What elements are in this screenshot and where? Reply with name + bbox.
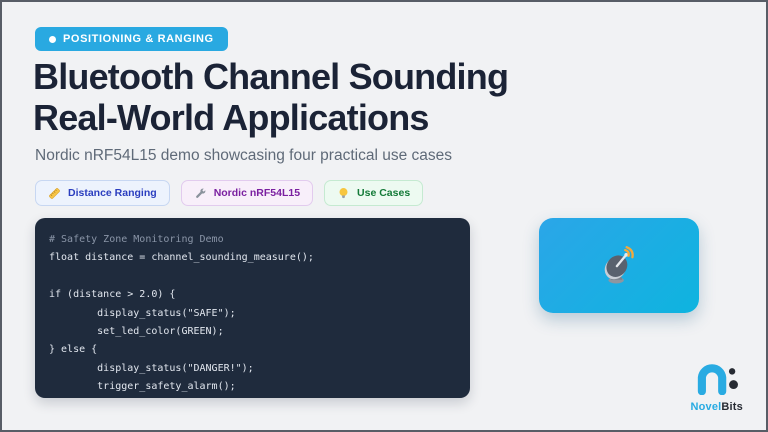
code-line: float distance = channel_sounding_measur… (49, 249, 456, 267)
wordmark-novel: Novel (690, 401, 721, 413)
tag-label: Distance Ranging (68, 187, 157, 199)
code-line: display_status("SAFE"); (49, 305, 456, 323)
feature-card (539, 218, 699, 313)
page-title-line1: Bluetooth Channel Sounding (33, 56, 508, 97)
page-title: Bluetooth Channel Sounding Real-World Ap… (33, 56, 508, 138)
page-subtitle: Nordic nRF54L15 demo showcasing four pra… (35, 147, 452, 165)
code-line: if (distance > 2.0) { (49, 286, 456, 304)
code-line: } else { (49, 341, 456, 359)
novelbits-logo: NovelBits (690, 361, 743, 413)
badge-dot-icon (49, 36, 56, 43)
tag-label: Nordic nRF54L15 (214, 187, 300, 199)
novelbits-logo-mark-icon (693, 361, 741, 400)
code-line: set_led_color(GREEN); (49, 323, 456, 341)
tag-use-cases: Use Cases (324, 180, 423, 206)
tag-nordic-nrf54l15: Nordic nRF54L15 (181, 180, 313, 206)
badge-label: POSITIONING & RANGING (63, 33, 214, 45)
category-badge: POSITIONING & RANGING (35, 27, 228, 51)
wrench-icon (194, 187, 207, 200)
satellite-dish-icon (596, 240, 642, 291)
tag-distance-ranging: Distance Ranging (35, 180, 170, 206)
code-line: # Safety Zone Monitoring Demo (49, 231, 456, 249)
code-block: # Safety Zone Monitoring Demo float dist… (35, 218, 470, 398)
tag-label: Use Cases (357, 187, 410, 199)
wordmark-bits: Bits (721, 401, 743, 413)
slide: POSITIONING & RANGING Bluetooth Channel … (0, 0, 768, 432)
lightbulb-icon (337, 187, 350, 200)
code-line (49, 268, 456, 286)
tag-list: Distance Ranging Nordic nRF54L15 (35, 180, 423, 206)
ruler-icon (48, 187, 61, 200)
novelbits-wordmark: NovelBits (690, 401, 743, 413)
page-title-line2: Real-World Applications (33, 97, 429, 138)
code-line: trigger_safety_alarm(); (49, 378, 456, 396)
code-line: display_status("DANGER!"); (49, 360, 456, 378)
